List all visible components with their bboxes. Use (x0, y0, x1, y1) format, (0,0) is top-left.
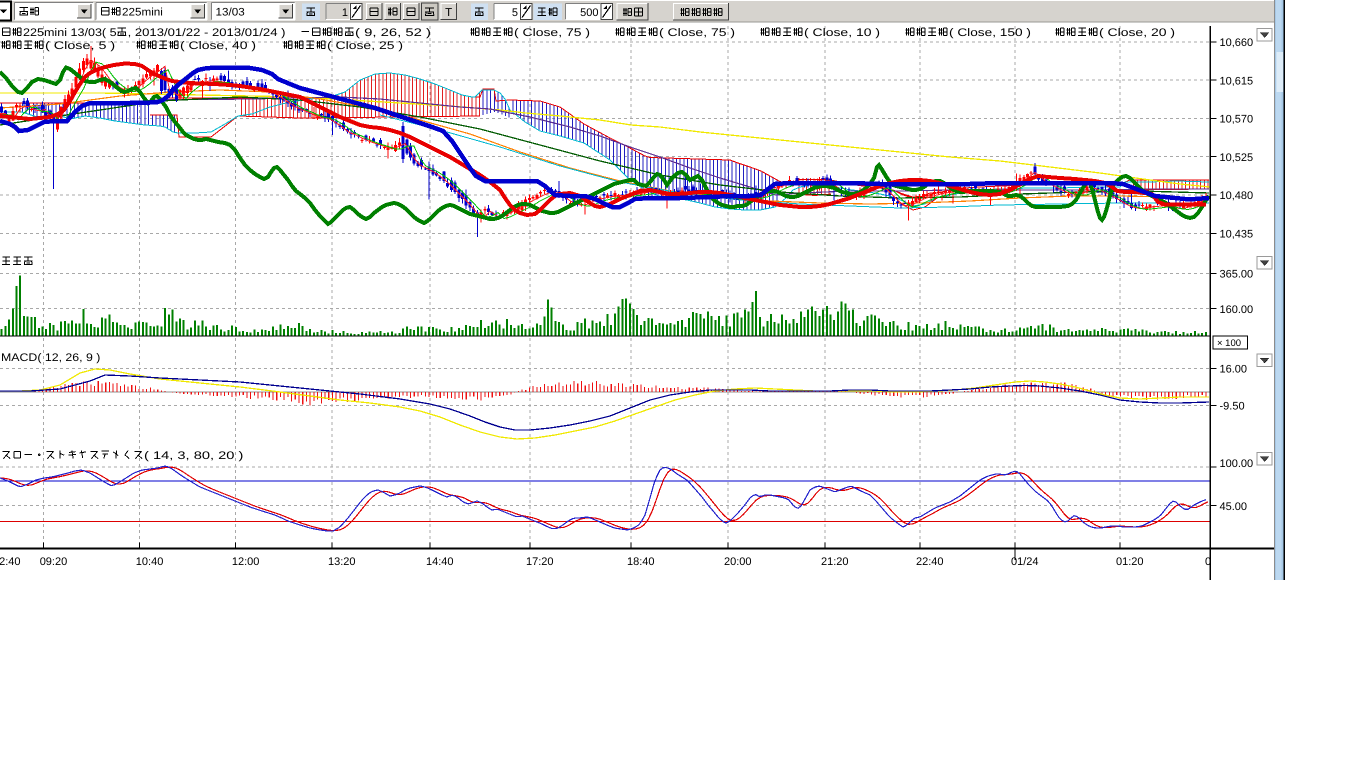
svg-text:160.00: 160.00 (1220, 304, 1254, 316)
svg-text:10,660: 10,660 (1220, 37, 1254, 49)
svg-text:MACD( 12, 26, 9 ): MACD( 12, 26, 9 ) (1, 352, 100, 364)
svg-text:( Close, 75 ): ( Close, 75 ) (659, 27, 735, 39)
svg-text:( Close, 5 ): ( Close, 5 ) (45, 40, 115, 52)
svg-text:5: 5 (512, 7, 518, 19)
svg-text:01/24: 01/24 (1011, 556, 1039, 568)
svg-text:18:40: 18:40 (627, 556, 655, 568)
svg-text:, 2013/01/22 - 2013/01/24 ): , 2013/01/22 - 2013/01/24 ) (128, 27, 286, 39)
svg-text:-9.50: -9.50 (1220, 401, 1245, 413)
svg-text:10,570: 10,570 (1220, 114, 1254, 126)
svg-text:10:40: 10:40 (136, 556, 164, 568)
svg-text:10,525: 10,525 (1220, 152, 1254, 164)
svg-text:02:40: 02:40 (0, 556, 21, 568)
svg-text:10,480: 10,480 (1220, 190, 1254, 202)
svg-text:10,615: 10,615 (1220, 75, 1254, 87)
svg-text:500: 500 (580, 7, 598, 19)
svg-text:14:40: 14:40 (426, 556, 454, 568)
svg-text:0: 0 (1205, 556, 1211, 568)
svg-text:T: T (445, 7, 452, 19)
svg-text:( Close, 40 ): ( Close, 40 ) (180, 40, 256, 52)
svg-text:13:20: 13:20 (328, 556, 356, 568)
svg-text:21:20: 21:20 (821, 556, 849, 568)
svg-text:16.00: 16.00 (1220, 364, 1248, 376)
svg-text:225mini 13/03( 5: 225mini 13/03( 5 (23, 27, 117, 39)
svg-text:12:00: 12:00 (232, 556, 260, 568)
svg-text:1: 1 (342, 7, 348, 19)
svg-text:225mini: 225mini (122, 7, 163, 19)
svg-text:( Close, 10 ): ( Close, 10 ) (804, 27, 880, 39)
svg-text:22:40: 22:40 (916, 556, 944, 568)
svg-text:20:00: 20:00 (724, 556, 752, 568)
svg-text:10,435: 10,435 (1220, 229, 1254, 241)
svg-text:17:20: 17:20 (526, 556, 554, 568)
svg-text:( Close, 25 ): ( Close, 25 ) (327, 40, 403, 52)
svg-text:( Close, 150 ): ( Close, 150 ) (949, 27, 1031, 39)
svg-text:365.00: 365.00 (1220, 269, 1254, 281)
svg-text:01:20: 01:20 (1116, 556, 1144, 568)
svg-text:45.00: 45.00 (1220, 501, 1248, 513)
svg-text:100.00: 100.00 (1220, 458, 1254, 470)
svg-text:09:20: 09:20 (40, 556, 68, 568)
svg-text:× 100: × 100 (1217, 338, 1241, 349)
svg-text:13/03: 13/03 (216, 7, 245, 19)
svg-text:( 14, 3, 80, 20 ): ( 14, 3, 80, 20 ) (144, 450, 243, 462)
svg-text:( 9, 26, 52 ): ( 9, 26, 52 ) (355, 27, 431, 39)
svg-text:( Close, 20 ): ( Close, 20 ) (1099, 27, 1175, 39)
svg-text:( Close, 75 ): ( Close, 75 ) (514, 27, 590, 39)
